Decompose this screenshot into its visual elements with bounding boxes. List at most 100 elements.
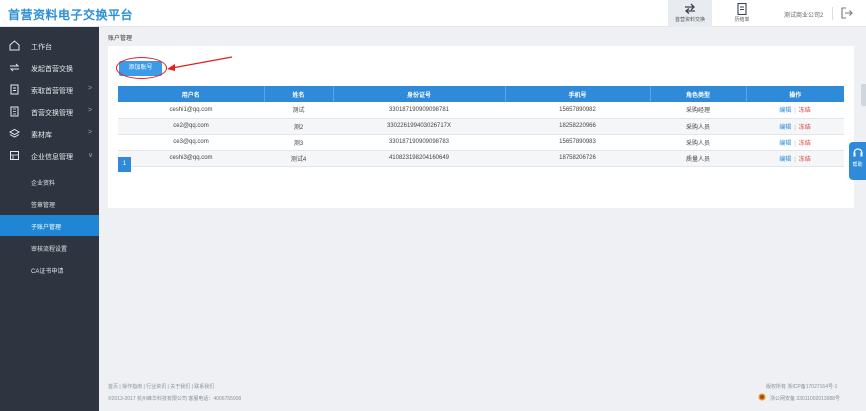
cell-phone: 15657890982 [505,102,650,119]
column-header: 角色类型 [650,86,747,102]
header-button-statement[interactable]: 历结单 [725,0,759,27]
table-row: ce3@qq.com 测3 330187190909098783 1565789… [118,134,844,151]
sidebar-subitem-seal-management[interactable]: 签章管理 [0,193,99,214]
cell-role: 采购人员 [650,134,746,151]
column-header: 用户名 [118,86,265,102]
sidebar-item-material-library[interactable]: 素材库 > [0,123,99,145]
app-logo[interactable]: 首营资料电子交换平台 [8,6,133,23]
sidebar-subitem-enterprise-profile[interactable]: 企业资料 [0,171,99,192]
sidebar-subitem-label: 审核流程设置 [31,247,68,253]
edit-link[interactable]: 编辑 [779,108,791,114]
request-icon [10,84,19,95]
home-icon [9,40,20,51]
cell-username: ceshi1@qq.com [118,102,264,119]
sidebar-item-dashboard[interactable]: 工作台 [0,35,99,57]
chevron-right-icon: > [88,85,93,92]
cell-role: 采购人员 [650,118,746,135]
exchange-icon [9,63,20,72]
cell-username: ceshi3@qq.com [118,150,264,167]
help-icon [852,148,863,157]
sidebar-item-start-exchange[interactable]: 发起首营交换 [0,57,99,79]
chevron-right-icon: > [88,129,93,136]
freeze-link[interactable]: 冻结 [799,108,811,114]
column-header: 操作 [746,86,844,102]
table-row: ceshi3@qq.com 测试4 410823198204160649 187… [118,150,844,167]
cell-username: ce2@qq.com [118,118,264,135]
sidebar-item-label: 工作台 [31,44,52,51]
sidebar-subitem-label: 子账户管理 [31,225,62,231]
footer-icp[interactable]: 版权所有 浙ICP备17027164号-1 [766,383,837,390]
cell-phone: 18758206726 [505,150,650,167]
sidebar-item-label: 首营交换管理 [31,110,73,117]
building-icon [10,106,19,117]
column-header: 手机号 [505,86,651,102]
sidebar: 工作台 发起首营交换 索取首营管理 > 首营交换管理 > 素材库 > 企业信息管… [0,27,99,411]
cell-id-number: 330226199403026717X [333,118,505,135]
cell-actions: 编辑 | 冻结 [746,102,844,119]
annotation-arrow-icon [167,56,233,71]
police-badge-icon [758,393,766,401]
freeze-link[interactable]: 冻结 [799,141,811,147]
cell-role: 采购经理 [650,102,746,119]
cell-actions: 编辑 | 冻结 [746,118,844,135]
help-float-button[interactable]: 帮助 [849,142,866,180]
cell-role: 质量人员 [650,150,746,167]
sidebar-subitem-ca-certificate[interactable]: CA证书申请 [0,259,99,280]
footer-copyright: ©2013-2017 杭州峰华科技有限公司 客服电话：4006755008 [108,396,242,402]
cell-id-number: 330187190909098783 [333,134,505,151]
header-button-label: 首营资料交换 [674,17,705,23]
sidebar-item-label: 索取首营管理 [31,88,73,95]
sidebar-item-label: 企业信息管理 [31,154,73,161]
sidebar-subitem-approval-flow[interactable]: 审核流程设置 [0,237,99,258]
sidebar-subitem-label: 企业资料 [31,181,56,187]
sidebar-subitem-label: CA证书申请 [31,269,64,275]
table-row: ceshi1@qq.com 测试 330187190909098781 1565… [118,102,844,119]
cell-phone: 15657890983 [505,134,650,151]
edit-link[interactable]: 编辑 [779,141,791,147]
layers-icon [9,128,20,138]
cell-name: 测3 [264,134,333,151]
accounts-table: 用户名 姓名 身份证号 手机号 角色类型 操作 ceshi1@qq.com 测试… [118,86,844,167]
freeze-link[interactable]: 冻结 [799,157,811,163]
cell-id-number: 410823198204160649 [333,150,505,167]
pagination-page-1[interactable]: 1 [118,157,131,172]
document-icon [737,3,747,15]
cell-actions: 编辑 | 冻结 [746,150,844,167]
header-button-label: 历结单 [734,17,750,23]
table-header-row: 用户名 姓名 身份证号 手机号 角色类型 操作 [118,86,844,102]
cell-name: 测2 [264,118,333,135]
chevron-right-icon: > [88,107,93,114]
sidebar-item-request-management[interactable]: 索取首营管理 > [0,79,99,101]
enterprise-icon [10,151,19,160]
cell-name: 测试 [264,102,333,119]
cell-actions: 编辑 | 冻结 [746,134,844,151]
freeze-link[interactable]: 冻结 [799,125,811,131]
column-header: 身份证号 [333,86,506,102]
sidebar-item-label: 素材库 [31,132,52,139]
table-row: ce2@qq.com 测2 330226199403026717X 182582… [118,118,844,135]
cell-phone: 18258220966 [505,118,650,135]
sidebar-item-exchange-management[interactable]: 首营交换管理 > [0,101,99,123]
top-header: 首营资料电子交换平台 首营资料交换 历结单 测试商业公司2 [0,0,866,27]
sidebar-item-label: 发起首营交换 [31,66,73,73]
footer-police-record[interactable]: 浙公网安备 33011002013988号 [770,395,840,402]
logout-icon[interactable] [840,6,854,20]
column-header: 姓名 [264,86,334,102]
footer-links[interactable]: 首页 | 操作指南 | 行业资讯 | 关于我们 | 联系我们 [108,383,214,390]
cell-id-number: 330187190909098781 [333,102,505,119]
help-label: 帮助 [852,162,863,168]
page-title: 账户管理 [108,36,133,42]
company-name[interactable]: 测试商业公司2 [784,10,823,19]
edit-link[interactable]: 编辑 [779,125,791,131]
cell-name: 测试4 [264,150,333,167]
sidebar-item-enterprise-info[interactable]: 企业信息管理 ∨ [0,145,99,167]
sidebar-subitem-sub-accounts[interactable]: 子账户管理 [0,215,99,236]
sidebar-subitem-label: 签章管理 [31,203,56,209]
swap-arrows-icon [684,3,695,14]
side-edge-tab[interactable] [861,84,866,106]
chevron-down-icon: ∨ [88,152,94,159]
cell-username: ce3@qq.com [118,134,264,151]
annotation-circle [116,57,167,79]
header-button-exchange[interactable]: 首营资料交换 [668,0,712,27]
edit-link[interactable]: 编辑 [779,157,791,163]
